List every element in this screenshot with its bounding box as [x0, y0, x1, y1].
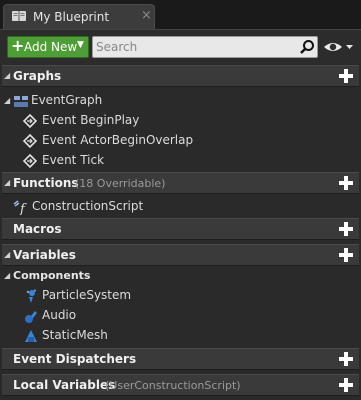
section-title: Graphs	[13, 69, 62, 83]
section-variables[interactable]: ◢ Variables	[2, 244, 359, 266]
audio-icon	[25, 311, 37, 323]
search-box[interactable]	[92, 36, 318, 58]
tree-item-event[interactable]: Event ActorBeginOverlap	[2, 131, 359, 151]
add-new-label: Add New	[24, 40, 78, 54]
search-icon[interactable]	[299, 39, 315, 55]
search-input[interactable]	[96, 39, 296, 55]
close-icon[interactable]: ×	[141, 8, 152, 23]
particle-system-icon	[26, 289, 36, 303]
tree-item-label: StaticMesh	[42, 328, 108, 342]
book-icon	[12, 11, 26, 21]
tree-item-component[interactable]: ParticleSystem	[2, 286, 359, 306]
tree-item-label: ConstructionScript	[32, 199, 144, 213]
chevron-down-icon: ▼	[77, 40, 84, 50]
tree-item-label: ParticleSystem	[42, 288, 132, 302]
add-new-button[interactable]: + Add New ▼	[7, 36, 89, 58]
section-functions[interactable]: ◢ Functions (18 Overridable)	[2, 172, 359, 194]
tree-item-label: Event Tick	[42, 153, 105, 167]
tree-item-function[interactable]: f ConstructionScript	[2, 197, 359, 217]
function-icon: f	[13, 200, 27, 215]
section-title: Variables	[13, 248, 76, 262]
add-dispatcher-icon[interactable]	[338, 351, 354, 367]
plus-icon: +	[11, 36, 25, 55]
section-title: Functions	[13, 176, 79, 190]
triangle-down-icon[interactable]: ◢	[4, 178, 10, 187]
section-subtitle: (18 Overridable)	[75, 177, 166, 190]
section-subtitle: (UserConstructionScript)	[105, 379, 241, 392]
add-graph-icon[interactable]	[338, 68, 354, 84]
eye-icon[interactable]	[322, 37, 354, 57]
tree-item-component[interactable]: StaticMesh	[2, 326, 359, 346]
tree-item-label: Audio	[42, 308, 77, 322]
add-macro-icon[interactable]	[338, 221, 354, 237]
triangle-down-icon[interactable]: ◢	[4, 96, 10, 105]
tree-item-label: Event BeginPlay	[42, 113, 140, 127]
triangle-down-icon[interactable]: ◢	[4, 271, 10, 280]
section-event-dispatchers[interactable]: Event Dispatchers	[2, 348, 359, 370]
tree-item-event[interactable]: Event BeginPlay	[2, 111, 359, 131]
section-macros[interactable]: Macros	[2, 218, 359, 240]
tab-title: My Blueprint	[33, 10, 110, 24]
tab-bar: My Blueprint ×	[0, 0, 361, 29]
add-local-variable-icon[interactable]	[338, 377, 354, 393]
category-components[interactable]: ◢ Components	[2, 266, 359, 286]
add-variable-icon[interactable]	[338, 247, 354, 263]
tree-item-event-graph[interactable]: ◢ EventGraph	[2, 91, 359, 111]
category-label: Components	[13, 269, 91, 282]
section-graphs[interactable]: ◢ Graphs	[2, 65, 359, 87]
tree-item-label: EventGraph	[31, 93, 103, 107]
event-node-icon	[22, 113, 38, 129]
triangle-down-icon[interactable]: ◢	[4, 250, 10, 259]
tree-item-event[interactable]: Event Tick	[2, 151, 359, 171]
tree-item-label: Event ActorBeginOverlap	[42, 133, 194, 147]
event-node-icon	[22, 133, 38, 149]
section-title: Local Variables	[13, 378, 116, 392]
tab-my-blueprint[interactable]: My Blueprint ×	[3, 4, 155, 29]
event-graph-icon	[14, 96, 28, 107]
static-mesh-icon	[25, 330, 37, 342]
tree-item-component[interactable]: Audio	[2, 306, 359, 326]
event-node-icon	[22, 153, 38, 169]
section-local-variables[interactable]: Local Variables (UserConstructionScript)	[2, 374, 359, 396]
triangle-down-icon[interactable]: ◢	[4, 71, 10, 80]
svg-text:f: f	[19, 202, 27, 215]
toolbar: + Add New ▼	[0, 30, 361, 64]
my-blueprint-panel: + Add New ▼ ◢ Graphs ◢ EventGraph	[0, 29, 361, 400]
section-title: Macros	[13, 222, 62, 236]
section-title: Event Dispatchers	[13, 352, 137, 366]
add-function-icon[interactable]	[338, 175, 354, 191]
